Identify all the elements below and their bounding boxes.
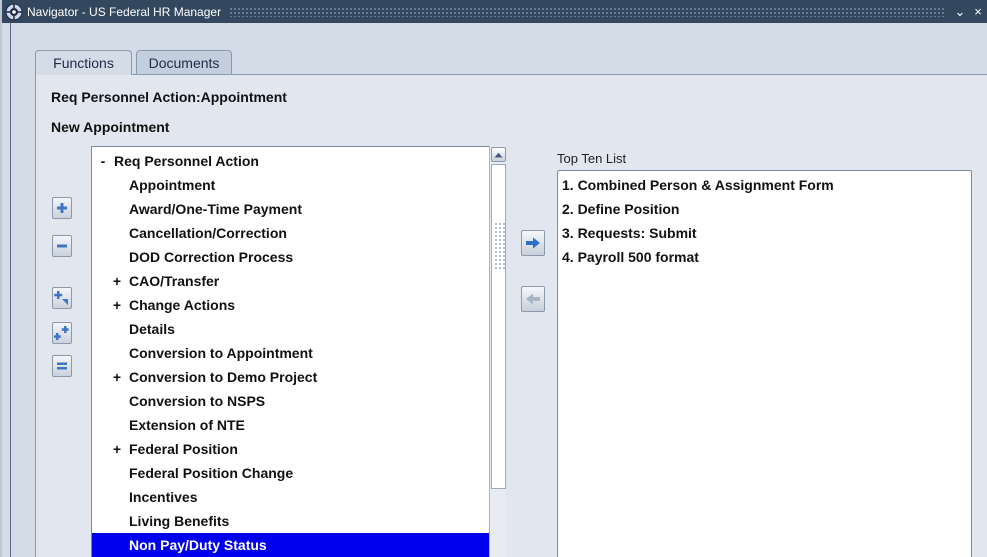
top-ten-list[interactable]: 1. Combined Person & Assignment Form 2. … xyxy=(557,170,972,557)
tree-item-living-benefits[interactable]: Living Benefits xyxy=(92,509,490,533)
top-ten-item[interactable]: 4. Payroll 500 format xyxy=(562,249,699,265)
tree-item-cancellation[interactable]: Cancellation/Correction xyxy=(92,221,490,245)
expand-all-button[interactable] xyxy=(52,322,72,344)
tab-documents[interactable]: Documents xyxy=(136,50,232,74)
tree-item-conversion-demo[interactable]: + Conversion to Demo Project xyxy=(92,365,490,389)
expand-branch-button[interactable] xyxy=(52,287,72,309)
tree-item-federal-position-change[interactable]: Federal Position Change xyxy=(92,461,490,485)
add-to-top-ten-button[interactable] xyxy=(521,230,545,256)
tree-item-extension-nte[interactable]: Extension of NTE xyxy=(92,413,490,437)
tree-item-incentives[interactable]: Incentives xyxy=(92,485,490,509)
tree-item-label: DOD Correction Process xyxy=(129,249,294,265)
collapse-icon xyxy=(57,244,67,248)
arrow-right-icon xyxy=(526,237,540,249)
scroll-thumb[interactable] xyxy=(491,164,506,489)
page-subtitle: New Appointment xyxy=(51,119,170,135)
tree-item-label: Cancellation/Correction xyxy=(129,225,287,241)
expand-all-icon xyxy=(54,326,69,340)
tree-item-label: Award/One-Time Payment xyxy=(129,201,302,217)
functions-tree[interactable]: - Req Personnel Action Appointment Award… xyxy=(91,146,491,557)
tree-item-label: Incentives xyxy=(129,489,198,505)
navigator-window: Navigator - US Federal HR Manager ⌄ × Fu… xyxy=(0,0,987,557)
tree-item-label: Details xyxy=(129,321,175,337)
title-bar-texture xyxy=(229,6,945,17)
splitter-grip[interactable] xyxy=(494,222,506,270)
tree-item-label: Req Personnel Action xyxy=(114,153,259,169)
tree-item-label: Appointment xyxy=(129,177,216,193)
expand-branch-icon xyxy=(54,291,68,305)
window-title: Navigator - US Federal HR Manager xyxy=(27,4,222,19)
expand-button[interactable] xyxy=(52,197,72,219)
window-edge xyxy=(10,0,11,557)
expand-icon xyxy=(57,203,67,213)
title-bar[interactable]: Navigator - US Federal HR Manager ⌄ × xyxy=(2,0,987,23)
tree-item-label: Living Benefits xyxy=(129,513,230,529)
tree-item-details[interactable]: Details xyxy=(92,317,490,341)
scroll-up-button[interactable] xyxy=(491,147,506,162)
tree-item-req-personnel-action[interactable]: - Req Personnel Action xyxy=(92,149,490,173)
tree-expander[interactable]: + xyxy=(112,297,122,313)
tree-item-conversion-nsps[interactable]: Conversion to NSPS xyxy=(92,389,490,413)
top-ten-item[interactable]: 1. Combined Person & Assignment Form xyxy=(562,177,834,193)
close-icon[interactable]: × xyxy=(971,4,985,19)
tree-expander[interactable]: - xyxy=(98,153,108,169)
tree-item-award[interactable]: Award/One-Time Payment xyxy=(92,197,490,221)
tree-item-label: CAO/Transfer xyxy=(129,273,220,289)
remove-from-top-ten-button[interactable] xyxy=(521,286,545,312)
tree-scrollbar[interactable] xyxy=(489,146,506,557)
tree-item-label: Conversion to Appointment xyxy=(129,345,313,361)
tree-item-label: Federal Position Change xyxy=(129,465,294,481)
minimize-icon[interactable]: ⌄ xyxy=(953,4,967,19)
tree-item-label: Conversion to Demo Project xyxy=(129,369,318,385)
breadcrumb: Req Personnel Action:Appointment xyxy=(51,89,287,105)
tab-functions[interactable]: Functions xyxy=(35,50,132,75)
tree-item-change-actions[interactable]: + Change Actions xyxy=(92,293,490,317)
tree-item-conversion-appointment[interactable]: Conversion to Appointment xyxy=(92,341,490,365)
tab-functions-label: Functions xyxy=(53,55,114,71)
collapse-button[interactable] xyxy=(52,235,72,257)
top-ten-item[interactable]: 2. Define Position xyxy=(562,201,679,217)
tree-item-label: Federal Position xyxy=(129,441,238,457)
top-ten-item[interactable]: 3. Requests: Submit xyxy=(562,225,697,241)
tree-item-dod-correction[interactable]: DOD Correction Process xyxy=(92,245,490,269)
collapse-all-button[interactable] xyxy=(52,355,72,377)
tree-item-label: Extension of NTE xyxy=(129,417,245,433)
tree-expander[interactable]: + xyxy=(112,273,122,289)
arrow-left-icon xyxy=(526,293,540,305)
collapse-all-icon xyxy=(57,362,67,370)
tree-item-appointment[interactable]: Appointment xyxy=(92,173,490,197)
tree-item-label: Change Actions xyxy=(129,297,236,313)
tree-item-label: Conversion to NSPS xyxy=(129,393,266,409)
tree-item-non-pay-duty-status[interactable]: Non Pay/Duty Status xyxy=(92,533,490,557)
tree-expander[interactable]: + xyxy=(112,369,122,385)
tree-expander[interactable]: + xyxy=(112,441,122,457)
caret-up-icon xyxy=(494,152,503,157)
oracle-app-icon xyxy=(5,3,23,20)
top-ten-label: Top Ten List xyxy=(557,151,627,166)
tab-documents-label: Documents xyxy=(148,54,220,71)
tree-item-label: Non Pay/Duty Status xyxy=(129,537,267,553)
tree-item-federal-position[interactable]: + Federal Position xyxy=(92,437,490,461)
tree-item-cao-transfer[interactable]: + CAO/Transfer xyxy=(92,269,490,293)
